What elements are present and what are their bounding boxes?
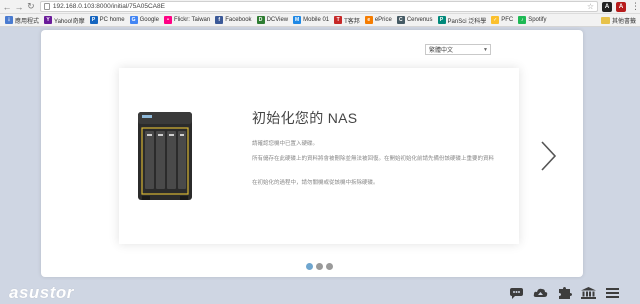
bookmark-label: Google <box>139 17 159 23</box>
bookmark-favicon-icon: ♪ <box>518 16 527 24</box>
bookmark-favicon-icon: G <box>129 16 138 24</box>
bookmark-label: DCView <box>266 17 289 23</box>
bookmark-label: Cervenus <box>406 17 433 23</box>
bookmark-label: 應用程式 <box>15 18 40 25</box>
bookmark-item[interactable]: P PC home <box>89 16 125 24</box>
bookmark-item[interactable]: P PanSci 泛科學 <box>437 16 487 25</box>
bookmark-label: PC home <box>99 17 125 23</box>
bookmark-favicon-icon: e <box>364 16 373 24</box>
chat-icon[interactable] <box>509 287 524 299</box>
bookmark-favicon-icon: D <box>256 16 265 24</box>
bookmark-favicon-icon: ✓ <box>491 16 500 24</box>
language-select[interactable]: 繁體中文 ▼ <box>425 44 491 55</box>
next-arrow-icon[interactable] <box>538 140 558 172</box>
address-bar[interactable]: 192.168.0.103:8000/initial/75A05CA8E ☆ <box>39 1 599 12</box>
extension-icon[interactable]: A <box>602 1 613 12</box>
bookmark-item[interactable]: ⋮ 應用程式 <box>5 16 39 25</box>
url-text: 192.168.0.103:8000/initial/75A05CA8E <box>52 3 165 10</box>
bookmark-item[interactable]: • Flickr: Taiwan <box>163 16 211 24</box>
page: 繁體中文 ▼ 初始化您的 NAS 請確認您機中已置入硬碟。 所有儲存在此硬碟上的… <box>0 27 640 304</box>
bookmark-label: Yahoo!奇摩 <box>54 18 85 25</box>
bookmark-favicon-icon: P <box>89 16 98 24</box>
bookmark-label: Spotify <box>528 17 547 23</box>
bookmark-item[interactable]: T T客邦 <box>334 16 360 25</box>
bookmark-item[interactable]: D DCView <box>256 16 289 24</box>
nas-device-icon <box>138 112 192 200</box>
pagination-dot[interactable] <box>326 263 333 270</box>
menu-icon[interactable] <box>605 287 620 299</box>
bookmark-label: PFC <box>501 17 514 23</box>
language-select-value: 繁體中文 <box>429 48 454 54</box>
bookmark-favicon-icon: f <box>215 16 224 24</box>
bookmark-favicon-icon: P <box>437 16 446 24</box>
bookmark-label: Flickr: Taiwan <box>173 17 211 23</box>
back-icon[interactable]: ← <box>2 1 12 13</box>
pagination-dot[interactable] <box>316 263 323 270</box>
bookmarks-bar: ⋮ 應用程式 Y Yahoo!奇摩 P PC home G Google • Flickr: Ta… <box>0 14 640 27</box>
page-title: 初始化您的 NAS <box>252 110 358 126</box>
setup-card: 繁體中文 ▼ 初始化您的 NAS 請確認您機中已置入硬碟。 所有儲存在此硬碟上的… <box>41 30 583 277</box>
bookmark-item[interactable]: ✓ PFC <box>491 16 513 24</box>
bookmark-item[interactable]: Y Yahoo!奇摩 <box>44 16 85 25</box>
browser-menu-icon[interactable]: ⋮ <box>631 1 640 12</box>
folder-icon <box>600 16 610 24</box>
bookmark-favicon-icon: • <box>163 16 172 24</box>
instruction-text: 請確認您機中已置入硬碟。 <box>252 141 319 147</box>
bookmark-favicon-icon: C <box>396 16 405 24</box>
puzzle-icon[interactable] <box>557 287 572 299</box>
other-bookmarks-label: 其他書籤 <box>611 18 636 25</box>
bookmark-label: Mobile 01 <box>303 17 330 23</box>
pagination-dot[interactable] <box>306 263 313 270</box>
bookmark-item[interactable]: G Google <box>129 16 159 24</box>
page-icon <box>43 3 50 10</box>
bookmark-label: Facebook <box>225 17 252 23</box>
pagination-dots <box>306 263 336 270</box>
bookmark-item[interactable]: f Facebook <box>215 16 252 24</box>
bookmark-item[interactable]: M Mobile 01 <box>293 16 329 24</box>
cloud-icon[interactable] <box>533 287 548 299</box>
footer-icons <box>509 287 629 299</box>
bookmark-favicon-icon: T <box>334 16 343 24</box>
other-bookmarks[interactable]: 其他書籤 <box>600 16 636 25</box>
bookmark-favicon-icon: Y <box>44 16 53 24</box>
chevron-down-icon: ▼ <box>483 46 488 53</box>
bookmark-favicon-icon: M <box>293 16 302 24</box>
asustor-logo: asustor <box>9 283 74 302</box>
warning-text: 所有儲存在此硬碟上的資料將會被刪除並無法被回復。在開始初始化前請先備份該硬碟上重… <box>252 156 495 162</box>
reload-icon[interactable]: ↻ <box>26 1 36 13</box>
bank-icon[interactable] <box>581 287 596 299</box>
browser-toolbar: ← → ↻ 192.168.0.103:8000/initial/75A05CA… <box>0 0 640 14</box>
bookmark-favicon-icon: ⋮ <box>5 16 13 24</box>
bookmark-label: T客邦 <box>344 18 360 25</box>
pdf-extension-icon[interactable]: A <box>616 1 627 12</box>
bookmark-label: ePrice <box>374 17 392 23</box>
forward-icon[interactable]: → <box>14 1 24 13</box>
bookmark-item[interactable]: C Cervenus <box>396 16 433 24</box>
footer-bar: asustor <box>0 280 640 304</box>
caution-text: 在初始化的過程中，請勿關機或從該機中拆除硬碟。 <box>252 180 379 186</box>
bookmark-item[interactable]: ♪ Spotify <box>518 16 547 24</box>
bookmark-item[interactable]: e ePrice <box>364 16 392 24</box>
bookmark-label: PanSci 泛科學 <box>447 18 487 25</box>
star-icon[interactable]: ☆ <box>587 2 594 11</box>
wizard-slide: 初始化您的 NAS 請確認您機中已置入硬碟。 所有儲存在此硬碟上的資料將會被刪除… <box>119 68 519 244</box>
